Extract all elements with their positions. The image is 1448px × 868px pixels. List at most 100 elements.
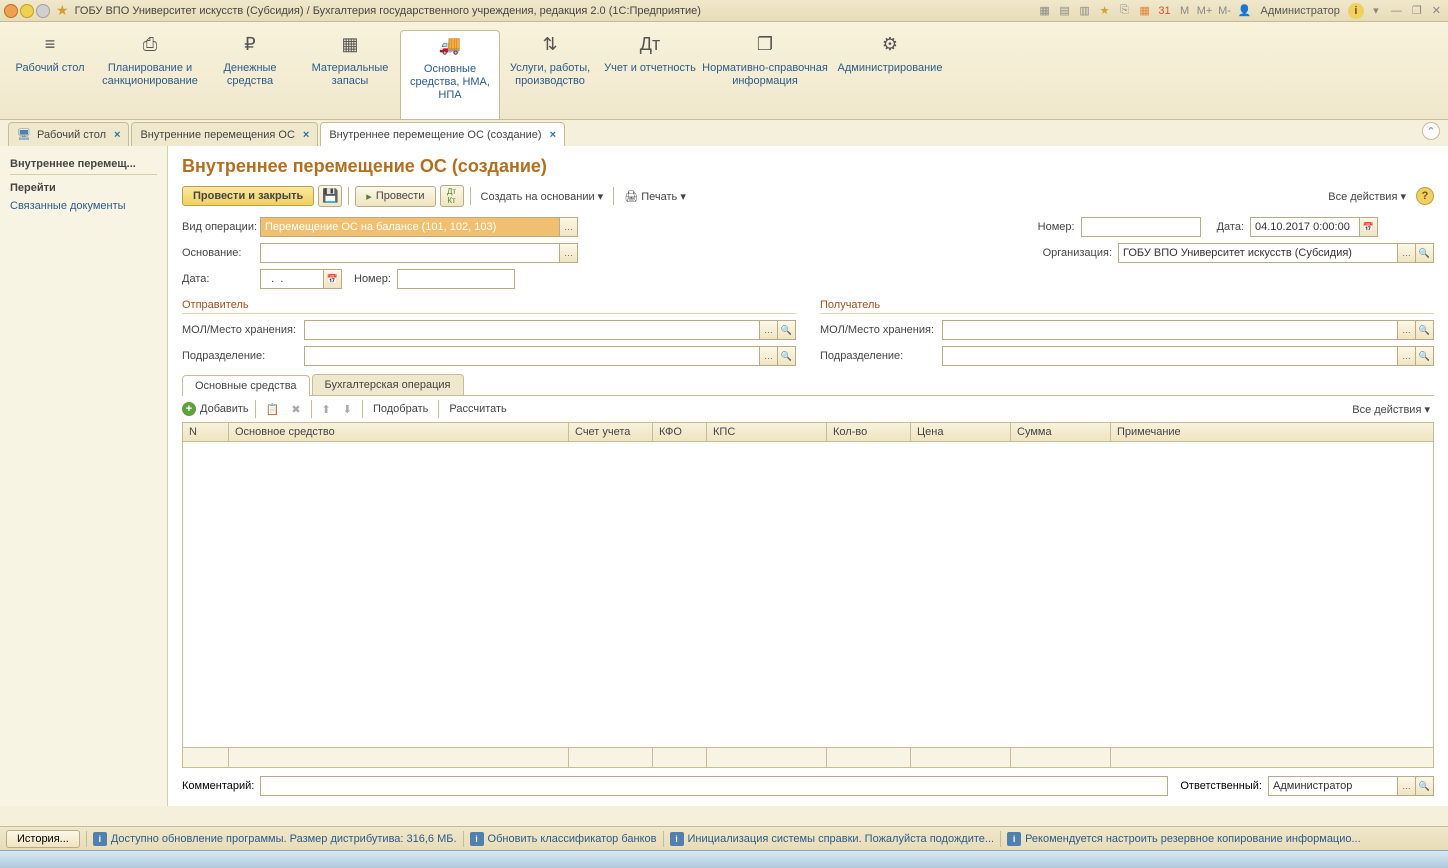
sidebar-link-related[interactable]: Связанные документы: [10, 197, 157, 215]
org-picker[interactable]: …: [1398, 243, 1416, 263]
subtab-accounting-op[interactable]: Бухгалтерская операция: [312, 374, 464, 395]
help-icon[interactable]: ?: [1416, 187, 1434, 205]
basis-picker[interactable]: …: [560, 243, 578, 263]
status-banks[interactable]: iОбновить классификатор банков: [470, 832, 657, 846]
toolbar-icon-4[interactable]: ⎘: [1117, 3, 1133, 19]
responsible-search[interactable]: 🔍: [1416, 776, 1434, 796]
date-input[interactable]: [260, 269, 324, 289]
status-backup[interactable]: iРекомендуется настроить резервное копир…: [1007, 832, 1361, 846]
nav-materials[interactable]: ▦ Материальные запасы: [300, 30, 400, 119]
receiver-mol-picker[interactable]: …: [1398, 320, 1416, 340]
nav-admin[interactable]: ⚙ Администрирование: [830, 30, 950, 119]
info-icon[interactable]: i: [1348, 3, 1364, 19]
nav-desktop[interactable]: ≡ Рабочий стол: [0, 30, 100, 119]
nav-back-icon[interactable]: [20, 4, 34, 18]
status-help-init[interactable]: iИнициализация системы справки. Пожалуйс…: [670, 832, 995, 846]
responsible-input[interactable]: [1268, 776, 1398, 796]
table-all-actions[interactable]: Все действия ▾: [1348, 404, 1434, 416]
post-button[interactable]: ▸Провести: [355, 186, 435, 207]
nav-planning[interactable]: ⎙ Планирование и санкционирование: [100, 30, 200, 119]
copy-row-button[interactable]: 📋: [262, 403, 284, 416]
tab-internal-transfers[interactable]: Внутренние перемещения ОС ×: [131, 122, 318, 146]
sender-mol-input[interactable]: [304, 320, 760, 340]
toolbar-icon-1[interactable]: ▦: [1037, 3, 1053, 19]
receiver-section: Получатель МОЛ/Место хранения: … 🔍 Подра…: [820, 295, 1434, 372]
toolbar-icon-2[interactable]: ▤: [1057, 3, 1073, 19]
create-based-button[interactable]: Создать на основании ▾: [477, 190, 608, 203]
col-note[interactable]: Примечание: [1111, 423, 1433, 441]
number-input[interactable]: [397, 269, 515, 289]
receiver-mol-input[interactable]: [942, 320, 1398, 340]
col-price[interactable]: Цена: [911, 423, 1011, 441]
doc-date-input[interactable]: [1250, 217, 1360, 237]
star-icon[interactable]: ★: [1097, 3, 1113, 19]
close-icon[interactable]: ×: [114, 129, 120, 141]
responsible-picker[interactable]: …: [1398, 776, 1416, 796]
sender-dept-input[interactable]: [304, 346, 760, 366]
toolbar-icon-3[interactable]: ▥: [1077, 3, 1093, 19]
tab-desktop[interactable]: 🖥 Рабочий стол ×: [8, 122, 129, 146]
sender-mol-picker[interactable]: …: [760, 320, 778, 340]
mminus-button[interactable]: M-: [1217, 3, 1233, 19]
col-kfo[interactable]: КФО: [653, 423, 707, 441]
org-input[interactable]: [1118, 243, 1398, 263]
dropdown-icon[interactable]: ▾: [1368, 3, 1384, 19]
col-account[interactable]: Счет учета: [569, 423, 653, 441]
status-update[interactable]: iДоступно обновление программы. Размер д…: [93, 832, 457, 846]
nav-fixed-assets[interactable]: 🚚 Основные средства, НМА, НПА: [400, 30, 500, 119]
all-actions-button[interactable]: Все действия ▾: [1324, 190, 1410, 203]
doc-number-input[interactable]: [1081, 217, 1201, 237]
table-body[interactable]: [183, 442, 1433, 747]
close-window-button[interactable]: ✕: [1429, 4, 1444, 17]
delete-row-button[interactable]: ✖: [287, 403, 304, 416]
favorite-icon[interactable]: ★: [56, 2, 69, 19]
nav-money[interactable]: ₽ Денежные средства: [200, 30, 300, 119]
dt-kt-button[interactable]: ДтКт: [440, 185, 464, 207]
subtab-fixed-assets[interactable]: Основные средства: [182, 375, 310, 396]
operation-type-input[interactable]: [260, 217, 560, 237]
col-asset[interactable]: Основное средство: [229, 423, 569, 441]
date-picker[interactable]: 📅: [324, 269, 342, 289]
post-and-close-button[interactable]: Провести и закрыть: [182, 186, 314, 206]
calc-icon[interactable]: ▦: [1137, 3, 1153, 19]
close-icon[interactable]: ×: [303, 129, 309, 141]
add-row-button[interactable]: + Добавить: [182, 402, 249, 416]
basis-input[interactable]: [260, 243, 560, 263]
calendar-icon[interactable]: 31: [1157, 3, 1173, 19]
receiver-dept-picker[interactable]: …: [1398, 346, 1416, 366]
1c-logo-icon[interactable]: [4, 4, 18, 18]
mplus-button[interactable]: M+: [1197, 3, 1213, 19]
nav-fwd-icon[interactable]: [36, 4, 50, 18]
operation-type-picker[interactable]: …: [560, 217, 578, 237]
col-n[interactable]: N: [183, 423, 229, 441]
m-button[interactable]: M: [1177, 3, 1193, 19]
collapse-tabs-button[interactable]: ⌃: [1422, 122, 1440, 140]
move-up-button[interactable]: ⬆: [318, 403, 335, 416]
receiver-dept-search[interactable]: 🔍: [1416, 346, 1434, 366]
close-icon[interactable]: ×: [550, 129, 556, 141]
col-qty[interactable]: Кол-во: [827, 423, 911, 441]
nav-services[interactable]: ⇅ Услуги, работы, производство: [500, 30, 600, 119]
org-search[interactable]: 🔍: [1416, 243, 1434, 263]
save-button[interactable]: 💾: [318, 185, 342, 207]
sidebar-link-goto[interactable]: Перейти: [10, 179, 157, 197]
comment-input[interactable]: [260, 776, 1168, 796]
calculate-button[interactable]: Рассчитать: [445, 403, 510, 415]
nav-accounting[interactable]: Дт Учет и отчетность: [600, 30, 700, 119]
nav-reference[interactable]: ❐ Нормативно-справочная информация: [700, 30, 830, 119]
receiver-dept-input[interactable]: [942, 346, 1398, 366]
tab-internal-transfer-create[interactable]: Внутреннее перемещение ОС (создание) ×: [320, 122, 565, 146]
print-button[interactable]: 🖨 Печать ▾: [620, 190, 690, 203]
col-kps[interactable]: КПС: [707, 423, 827, 441]
sender-dept-picker[interactable]: …: [760, 346, 778, 366]
move-down-button[interactable]: ⬇: [339, 403, 356, 416]
col-sum[interactable]: Сумма: [1011, 423, 1111, 441]
history-button[interactable]: История...: [6, 830, 80, 848]
doc-date-picker[interactable]: 📅: [1360, 217, 1378, 237]
receiver-mol-search[interactable]: 🔍: [1416, 320, 1434, 340]
select-button[interactable]: Подобрать: [369, 403, 432, 415]
sender-dept-search[interactable]: 🔍: [778, 346, 796, 366]
maximize-button[interactable]: ❐: [1409, 4, 1425, 17]
sender-mol-search[interactable]: 🔍: [778, 320, 796, 340]
minimize-button[interactable]: —: [1388, 5, 1405, 17]
